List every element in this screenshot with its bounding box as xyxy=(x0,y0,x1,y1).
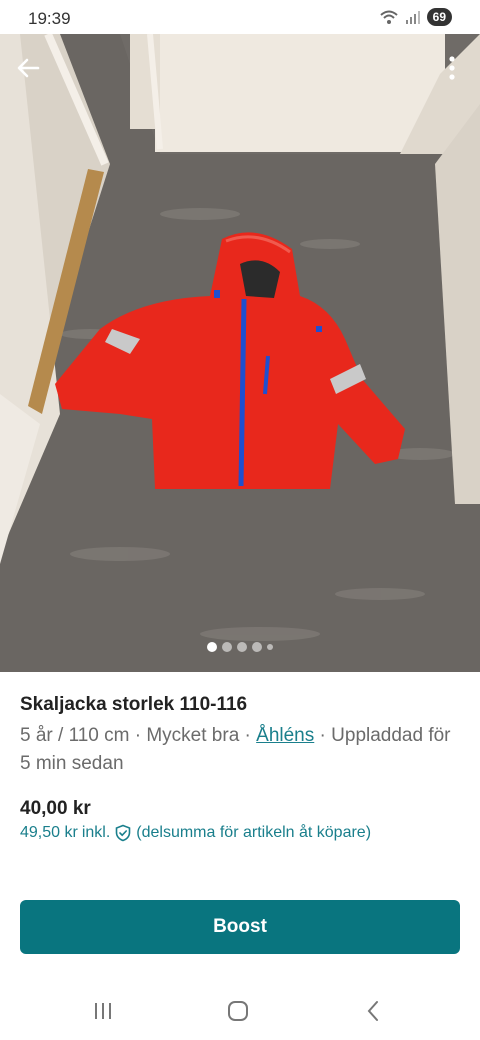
meta-details: 5 år / 110 cm · Mycket bra · xyxy=(20,725,257,746)
back-chevron-icon[interactable] xyxy=(358,998,388,1024)
battery-icon: 69 xyxy=(426,8,452,26)
shield-check-icon xyxy=(115,824,131,842)
price-incl-row[interactable]: 49,50 kr inkl. (delsumma för artikeln åt… xyxy=(20,824,371,842)
price-incl-label: inkl. xyxy=(81,824,111,841)
status-bar: 19:39 69 xyxy=(0,0,480,34)
page-dot[interactable] xyxy=(237,642,247,652)
listing-meta: 5 år / 110 cm · Mycket bra · Åhléns · Up… xyxy=(20,722,460,778)
listing-title: Skaljacka storlek 110-116 xyxy=(20,694,248,715)
status-icons: 69 xyxy=(379,8,452,26)
boost-button[interactable]: Boost xyxy=(20,900,460,954)
price-incl-value: 49,50 kr xyxy=(20,824,78,841)
arrow-left-icon[interactable] xyxy=(12,52,44,84)
page-dot[interactable] xyxy=(267,644,273,650)
more-vertical-icon[interactable] xyxy=(440,52,464,84)
page-dot[interactable] xyxy=(222,642,232,652)
home-icon[interactable] xyxy=(223,998,253,1024)
wifi-icon xyxy=(379,10,398,24)
page-indicator xyxy=(0,642,480,652)
page-dot[interactable] xyxy=(207,642,217,652)
page-dot[interactable] xyxy=(252,642,262,652)
brand-link[interactable]: Åhléns xyxy=(256,725,314,746)
jacket-photo xyxy=(0,34,480,672)
price: 40,00 kr xyxy=(20,798,91,819)
recents-icon[interactable] xyxy=(88,998,118,1024)
status-time: 19:39 xyxy=(28,9,71,28)
system-nav-bar xyxy=(0,980,480,1040)
price-incl-note: (delsumma för artikeln åt köpare) xyxy=(136,824,372,841)
signal-icon xyxy=(405,11,420,24)
product-photo[interactable] xyxy=(0,34,480,672)
